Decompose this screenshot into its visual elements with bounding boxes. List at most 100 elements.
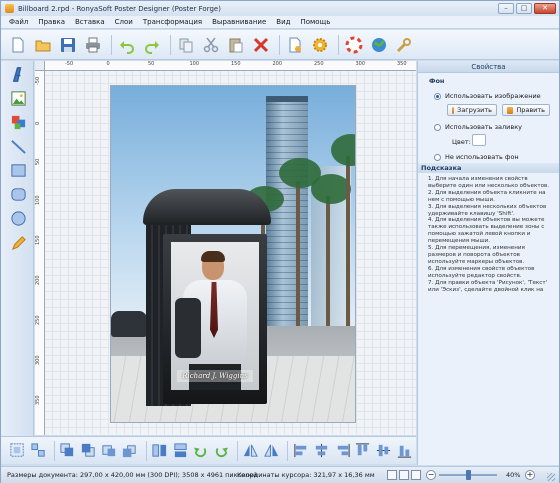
billboard-frame[interactable]: Richard J. Wiggins (163, 234, 267, 404)
align-center-icon (315, 443, 328, 458)
billboard-name-text[interactable]: Richard J. Wiggins (177, 370, 253, 382)
copy-button[interactable] (175, 34, 197, 56)
load-button[interactable]: Загрузить (447, 104, 497, 116)
radio-no-background[interactable]: Не использовать фон (434, 153, 519, 161)
mirror-left-icon (244, 444, 259, 457)
menu-insert[interactable]: Вставка (70, 18, 110, 26)
bring-forward-button[interactable] (100, 441, 118, 461)
radio-button[interactable] (434, 153, 441, 161)
settings-button[interactable] (309, 34, 331, 56)
settings-icon (313, 37, 327, 52)
mirror-right-button[interactable] (263, 441, 281, 461)
clipart-tool-button[interactable] (9, 113, 27, 131)
ruler-tick-label: 250 (35, 315, 41, 325)
ruler-tick-label: 0 (35, 121, 41, 125)
help-button[interactable] (343, 34, 365, 56)
menu-view[interactable]: Вид (271, 18, 295, 26)
menu-transform[interactable]: Трансформация (138, 18, 207, 26)
bring-front-button[interactable] (59, 441, 77, 461)
view-grid-icon[interactable] (399, 470, 409, 480)
ruler-tick-label: 350 (35, 395, 41, 405)
align-top-button[interactable] (354, 441, 372, 461)
radio-use-fill[interactable]: Использовать заливку (434, 123, 522, 131)
cut-button[interactable] (200, 34, 222, 56)
save-button[interactable] (57, 34, 79, 56)
menu-layers[interactable]: Слои (110, 18, 138, 26)
align-right-button[interactable] (333, 441, 351, 461)
menu-align[interactable]: Выравнивание (207, 18, 271, 26)
help-icon (345, 36, 363, 53)
align-left-icon (293, 443, 306, 458)
delete-button[interactable] (250, 34, 272, 56)
vertical-ruler: -50050100150200250300350400 (35, 71, 45, 435)
ruler-tick-label: 100 (35, 195, 41, 205)
zoom-slider-thumb[interactable] (466, 470, 471, 480)
ungroup-button[interactable] (30, 441, 48, 461)
mirror-left-button[interactable] (242, 441, 260, 461)
web-button[interactable] (368, 34, 390, 56)
new-icon (12, 37, 24, 52)
color-picker[interactable] (472, 134, 486, 146)
align-center-button[interactable] (313, 441, 331, 461)
billboard-photo[interactable]: Richard J. Wiggins (171, 242, 259, 390)
cut-icon (203, 37, 219, 52)
send-back-button[interactable] (80, 441, 98, 461)
send-backward-button[interactable] (121, 441, 139, 461)
ellipse-tool-button[interactable] (9, 209, 27, 227)
align-bottom-button[interactable] (395, 441, 413, 461)
document-properties-button[interactable] (284, 34, 306, 56)
rectangle-tool-icon (10, 163, 26, 177)
view-normal-icon[interactable] (387, 470, 397, 480)
radio-use-image[interactable]: Использовать изображение (434, 92, 541, 100)
group-icon (10, 443, 24, 457)
hint-header: Подсказка (418, 163, 559, 173)
group-button[interactable] (9, 441, 27, 461)
radio-button[interactable] (434, 123, 441, 131)
resize-grip[interactable] (547, 473, 555, 481)
align-middle-icon (376, 444, 391, 457)
new-button[interactable] (7, 34, 29, 56)
horizontal-ruler: -50 0 50 100 150 200 250 300 350 (45, 61, 416, 71)
image-tool-button[interactable] (9, 89, 27, 107)
line-tool-button[interactable] (9, 137, 27, 155)
color-label: Цвет: (452, 138, 471, 146)
maximize-button[interactable]: □ (516, 3, 532, 14)
save-icon (61, 37, 75, 52)
flip-horizontal-button[interactable] (151, 441, 169, 461)
paste-button[interactable] (225, 34, 247, 56)
main-toolbar (1, 30, 559, 60)
text-tool-button[interactable] (9, 65, 27, 83)
view-full-icon[interactable] (411, 470, 421, 480)
rotate-left-button[interactable] (192, 441, 210, 461)
edit-button[interactable]: Править (502, 104, 550, 116)
pencil-tool-button[interactable] (9, 233, 27, 251)
align-left-button[interactable] (292, 441, 310, 461)
bring-front-icon (60, 443, 74, 457)
rounded-rectangle-tool-button[interactable] (9, 185, 27, 203)
menu-edit[interactable]: Правка (33, 18, 70, 26)
redo-button[interactable] (141, 34, 163, 56)
align-middle-button[interactable] (375, 441, 393, 461)
zoom-in-button[interactable]: + (525, 470, 535, 480)
print-button[interactable] (82, 34, 104, 56)
flip-vertical-button[interactable] (171, 441, 189, 461)
minimize-button[interactable]: – (498, 3, 514, 14)
ungroup-icon (31, 443, 45, 457)
ruler-tick-label: 300 (355, 61, 366, 67)
tools-button[interactable] (393, 34, 415, 56)
rectangle-tool-button[interactable] (9, 161, 27, 179)
clipart-tool-icon (11, 115, 25, 129)
radio-button[interactable] (434, 92, 441, 100)
menu-help[interactable]: Помощь (295, 18, 335, 26)
ruler-tick-label: 150 (231, 61, 241, 67)
undo-button[interactable] (116, 34, 138, 56)
close-button[interactable]: ✕ (534, 3, 556, 14)
poster-canvas[interactable]: Richard J. Wiggins (111, 86, 355, 422)
canvas-area[interactable]: Richard J. Wiggins (45, 71, 416, 435)
mirror-right-icon (264, 444, 279, 457)
open-button[interactable] (32, 34, 54, 56)
design-workspace[interactable]: -50 0 50 100 150 200 250 300 350 -50 0 50 100 150 200… (35, 61, 416, 435)
zoom-out-button[interactable]: − (426, 470, 436, 480)
rotate-right-button[interactable] (213, 441, 231, 461)
menu-file[interactable]: Файл (4, 18, 33, 26)
